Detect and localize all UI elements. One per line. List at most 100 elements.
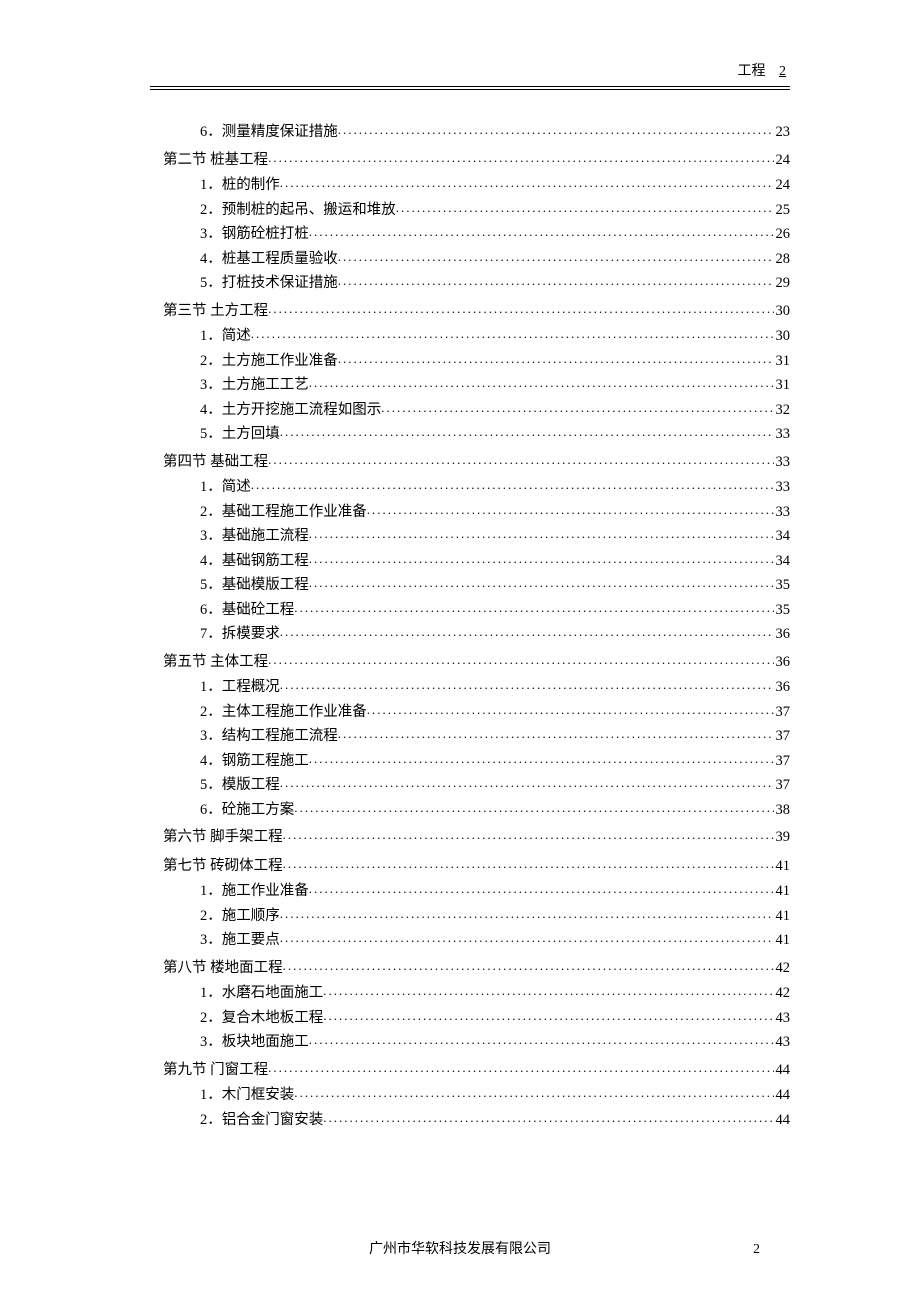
toc-sub-row[interactable]: 4．钢筋工程施工37 [130, 749, 790, 774]
toc-entry-page: 42 [774, 961, 791, 976]
toc-entry-page: 44 [774, 1088, 791, 1103]
header-rule-bottom [150, 89, 790, 90]
toc-entry-label: 3．结构工程施工流程 [200, 729, 338, 744]
toc-sub-row[interactable]: 1．简述 33 [130, 475, 790, 500]
toc-entry-page: 23 [774, 125, 791, 140]
toc-section-row[interactable]: 第二节 桩基工程 24 [130, 145, 790, 174]
toc-sub-row[interactable]: 2．土方施工作业准备31 [130, 349, 790, 374]
toc-sub-row[interactable]: 1．施工作业准备41 [130, 879, 790, 904]
toc-sub-row[interactable]: 1．简述30 [130, 324, 790, 349]
toc-entry-label: 6．测量精度保证措施 [200, 125, 338, 140]
toc-leader-dots [367, 503, 774, 516]
toc-entry-page: 33 [774, 427, 791, 442]
toc-sub-row[interactable]: 7．拆模要求36 [130, 622, 790, 647]
toc-entry-page: 28 [774, 252, 791, 267]
toc-leader-dots [309, 552, 774, 565]
footer-page-number: 2 [753, 1242, 760, 1258]
toc-leader-dots [280, 907, 774, 920]
toc-leader-dots [268, 653, 773, 666]
toc-leader-dots [280, 776, 774, 789]
toc-leader-dots [338, 352, 774, 365]
toc-leader-dots [338, 250, 774, 263]
toc-entry-page: 41 [774, 859, 791, 874]
toc-sub-row[interactable]: 5．模版工程37 [130, 773, 790, 798]
toc-entry-label: 2．基础工程施工作业准备 [200, 505, 367, 520]
toc-leader-dots [268, 453, 773, 466]
toc-sub-row[interactable]: 3．基础施工流程34 [130, 524, 790, 549]
toc-section-row[interactable]: 第九节 门窗工程44 [130, 1055, 790, 1084]
header-page-number: 2 [779, 64, 786, 79]
toc-entry-label: 1．工程概况 [200, 680, 280, 695]
toc-leader-dots [268, 302, 773, 315]
toc-sub-row[interactable]: 3．施工要点41 [130, 928, 790, 953]
toc-sub-row[interactable]: 1．工程概况 36 [130, 675, 790, 700]
toc-entry-page: 24 [774, 153, 791, 168]
toc-entry-label: 第二节 桩基工程 [163, 153, 268, 168]
toc-leader-dots [338, 727, 774, 740]
toc-section-row[interactable]: 第七节 砖砌体工程41 [130, 851, 790, 880]
toc-entry-label: 5．土方回填 [200, 427, 280, 442]
toc-entry-label: 2．施工顺序 [200, 909, 280, 924]
toc-sub-row[interactable]: 5．土方回填 33 [130, 422, 790, 447]
toc-entry-page: 37 [774, 705, 791, 720]
toc-leader-dots [309, 1033, 774, 1046]
toc-sub-row[interactable]: 2．主体工程施工作业准备37 [130, 700, 790, 725]
toc-leader-dots [309, 882, 774, 895]
toc-sub-row[interactable]: 1．水磨石地面施工 42 [130, 981, 790, 1006]
toc-entry-label: 1．施工作业准备 [200, 884, 309, 899]
toc-sub-row[interactable]: 2．施工顺序41 [130, 904, 790, 929]
toc-sub-row[interactable]: 1．木门框安装44 [130, 1083, 790, 1108]
toc-sub-row[interactable]: 2．铝合金门窗安装44 [130, 1108, 790, 1133]
toc-leader-dots [396, 201, 774, 214]
toc-sub-row[interactable]: 3．钢筋砼桩打桩26 [130, 222, 790, 247]
toc-entry-page: 35 [774, 578, 791, 593]
toc-section-row[interactable]: 第五节 主体工程36 [130, 647, 790, 676]
toc-leader-dots [309, 576, 774, 589]
toc-leader-dots [294, 801, 773, 814]
toc-sub-row[interactable]: 2．预制桩的起吊、搬运和堆放25 [130, 198, 790, 223]
toc-entry-page: 35 [774, 603, 791, 618]
toc-sub-row[interactable]: 3．土方施工工艺31 [130, 373, 790, 398]
toc-sub-row[interactable]: 3．板块地面施工43 [130, 1030, 790, 1055]
toc-entry-label: 第九节 门窗工程 [163, 1063, 268, 1078]
toc-sub-row[interactable]: 1．桩的制作24 [130, 173, 790, 198]
toc-entry-label: 2．复合木地板工程 [200, 1011, 323, 1026]
toc-entry-page: 26 [774, 227, 791, 242]
toc-leader-dots [338, 123, 774, 136]
toc-leader-dots [323, 1009, 773, 1022]
toc-sub-row[interactable]: 6．测量精度保证措施 23 [130, 120, 790, 145]
toc-entry-page: 42 [774, 986, 791, 1001]
toc-entry-label: 3．施工要点 [200, 933, 280, 948]
toc-leader-dots [309, 376, 774, 389]
toc-sub-row[interactable]: 4．土方开挖施工流程如图示32 [130, 398, 790, 423]
toc-section-row[interactable]: 第四节 基础工程33 [130, 447, 790, 476]
toc-entry-label: 5．基础模版工程 [200, 578, 309, 593]
toc-sub-row[interactable]: 4．基础钢筋工程34 [130, 549, 790, 574]
toc-section-row[interactable]: 第八节 楼地面工程42 [130, 953, 790, 982]
toc-entry-page: 38 [774, 803, 791, 818]
toc-entry-page: 33 [774, 480, 791, 495]
toc-entry-page: 29 [774, 276, 791, 291]
toc-sub-row[interactable]: 3．结构工程施工流程37 [130, 724, 790, 749]
toc-entry-page: 36 [774, 680, 791, 695]
toc-sub-row[interactable]: 6．砼施工方案38 [130, 798, 790, 823]
toc-entry-page: 36 [774, 655, 791, 670]
toc-sub-row[interactable]: 2．复合木地板工程43 [130, 1006, 790, 1031]
toc-leader-dots [309, 752, 774, 765]
toc-entry-label: 2．铝合金门窗安装 [200, 1113, 323, 1128]
toc-entry-label: 1．水磨石地面施工 [200, 986, 323, 1001]
toc-sub-row[interactable]: 5．基础模版工程 35 [130, 573, 790, 598]
toc-entry-page: 37 [774, 754, 791, 769]
toc-sub-row[interactable]: 2．基础工程施工作业准备33 [130, 500, 790, 525]
toc-entry-label: 3．板块地面施工 [200, 1035, 309, 1050]
toc-leader-dots [283, 828, 774, 841]
toc-entry-page: 34 [774, 554, 791, 569]
toc-sub-row[interactable]: 6．基础砼工程35 [130, 598, 790, 623]
toc-section-row[interactable]: 第六节 脚手架工程39 [130, 822, 790, 851]
toc-sub-row[interactable]: 4．桩基工程质量验收28 [130, 247, 790, 272]
toc-sub-row[interactable]: 5．打桩技术保证措施29 [130, 271, 790, 296]
toc-entry-label: 1．简述 [200, 480, 251, 495]
toc-entry-page: 30 [774, 304, 791, 319]
toc-entry-label: 7．拆模要求 [200, 627, 280, 642]
toc-section-row[interactable]: 第三节 土方工程30 [130, 296, 790, 325]
